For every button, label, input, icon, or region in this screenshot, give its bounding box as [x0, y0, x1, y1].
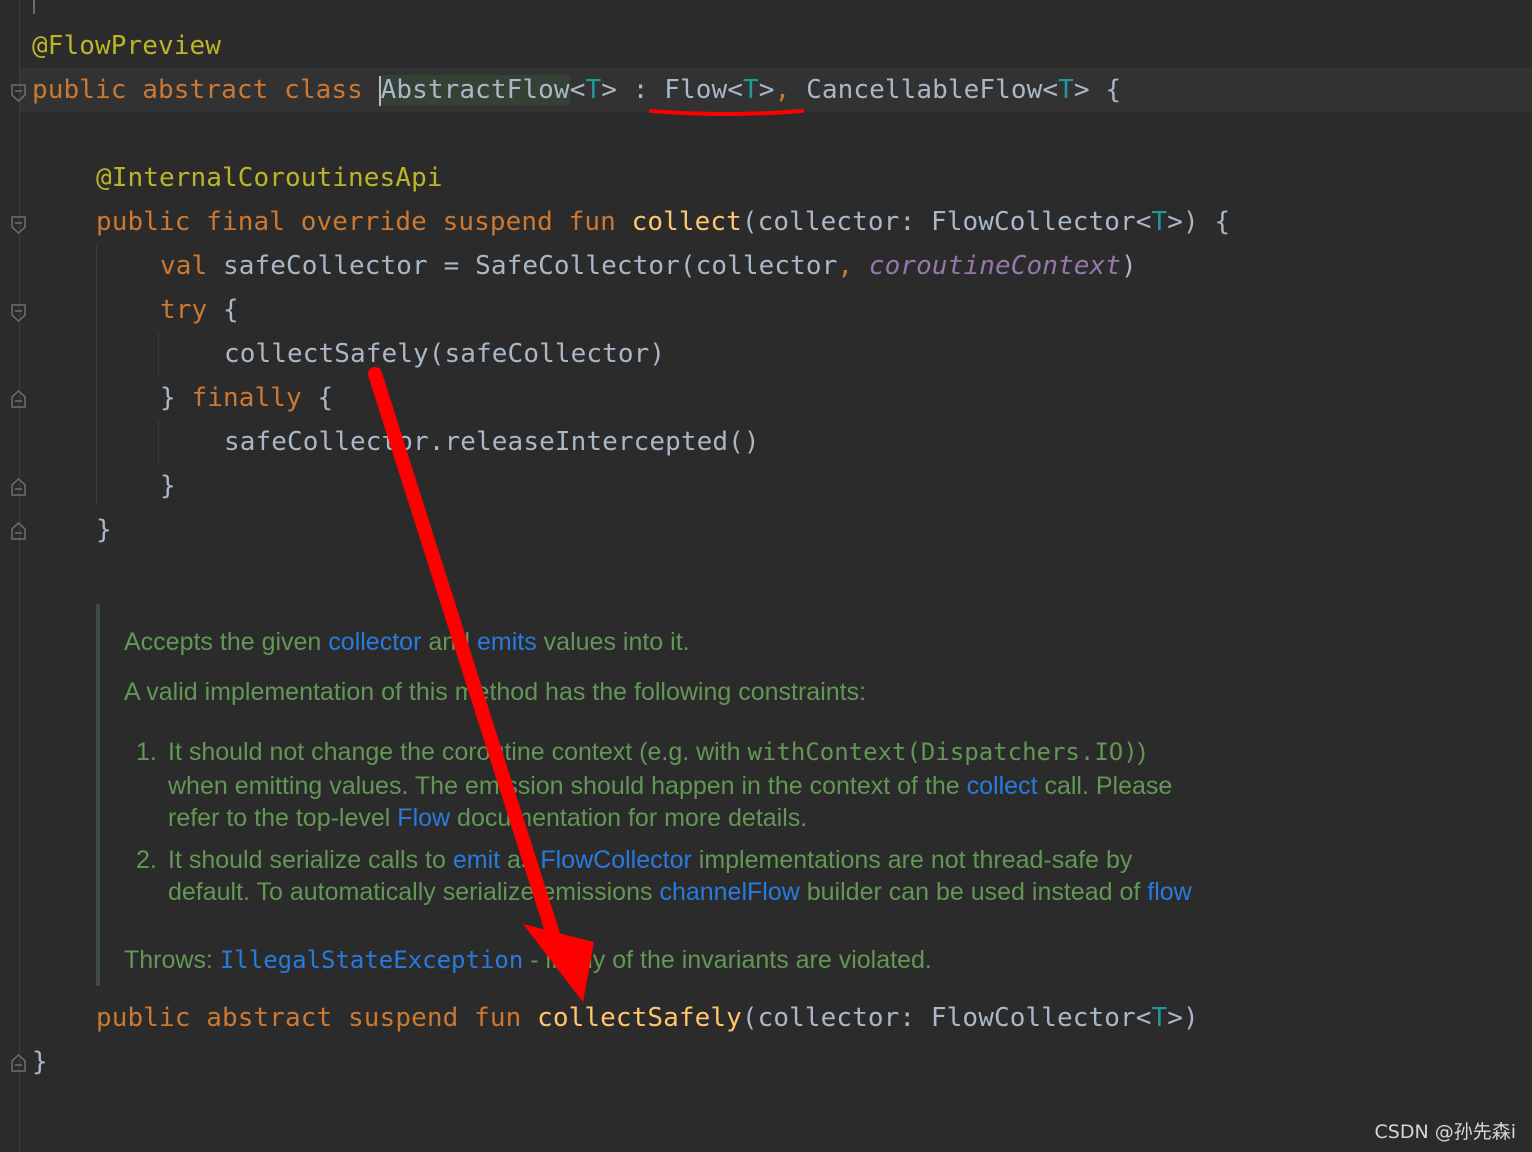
red-arrow-head	[523, 924, 594, 1002]
red-arrow-shaft	[368, 367, 565, 957]
red-underline	[649, 109, 804, 116]
watermark: CSDN @孙先森i	[1374, 1121, 1517, 1143]
annotation-overlay	[368, 109, 804, 1002]
